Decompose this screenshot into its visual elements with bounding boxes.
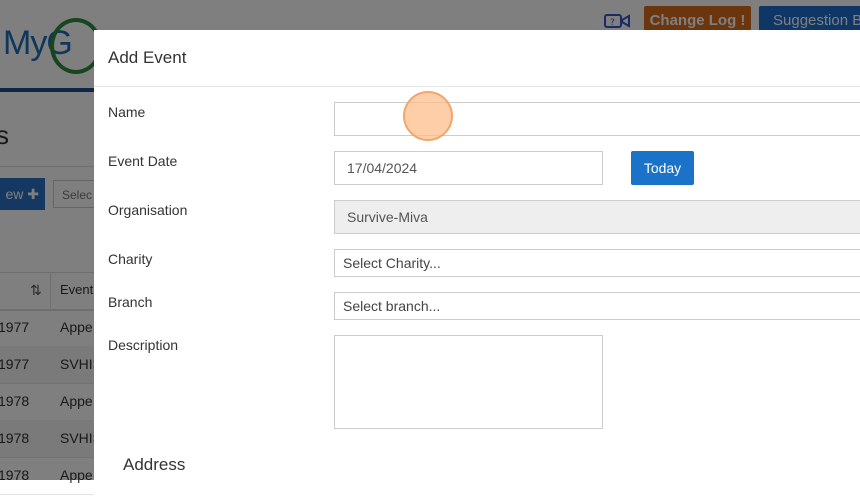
address-heading: Address [123, 455, 186, 474]
description-textarea[interactable] [334, 335, 603, 429]
today-button[interactable]: Today [631, 151, 694, 185]
charity-label: Charity [108, 251, 153, 267]
organisation-label: Organisation [108, 202, 188, 218]
branch-select[interactable]: Select branch... [334, 292, 860, 320]
event-date-label: Event Date [108, 153, 178, 169]
branch-label: Branch [108, 294, 153, 310]
organisation-field [334, 200, 860, 234]
charity-select[interactable]: Select Charity... [334, 249, 860, 277]
modal-header: Add Event [94, 30, 860, 87]
click-indicator [403, 91, 453, 141]
modal-title: Add Event [108, 48, 187, 67]
add-event-modal: Add Event Name Event Date Today Organisa… [94, 30, 860, 500]
description-label: Description [108, 337, 179, 353]
event-date-input[interactable] [334, 151, 603, 185]
name-label: Name [108, 104, 146, 120]
